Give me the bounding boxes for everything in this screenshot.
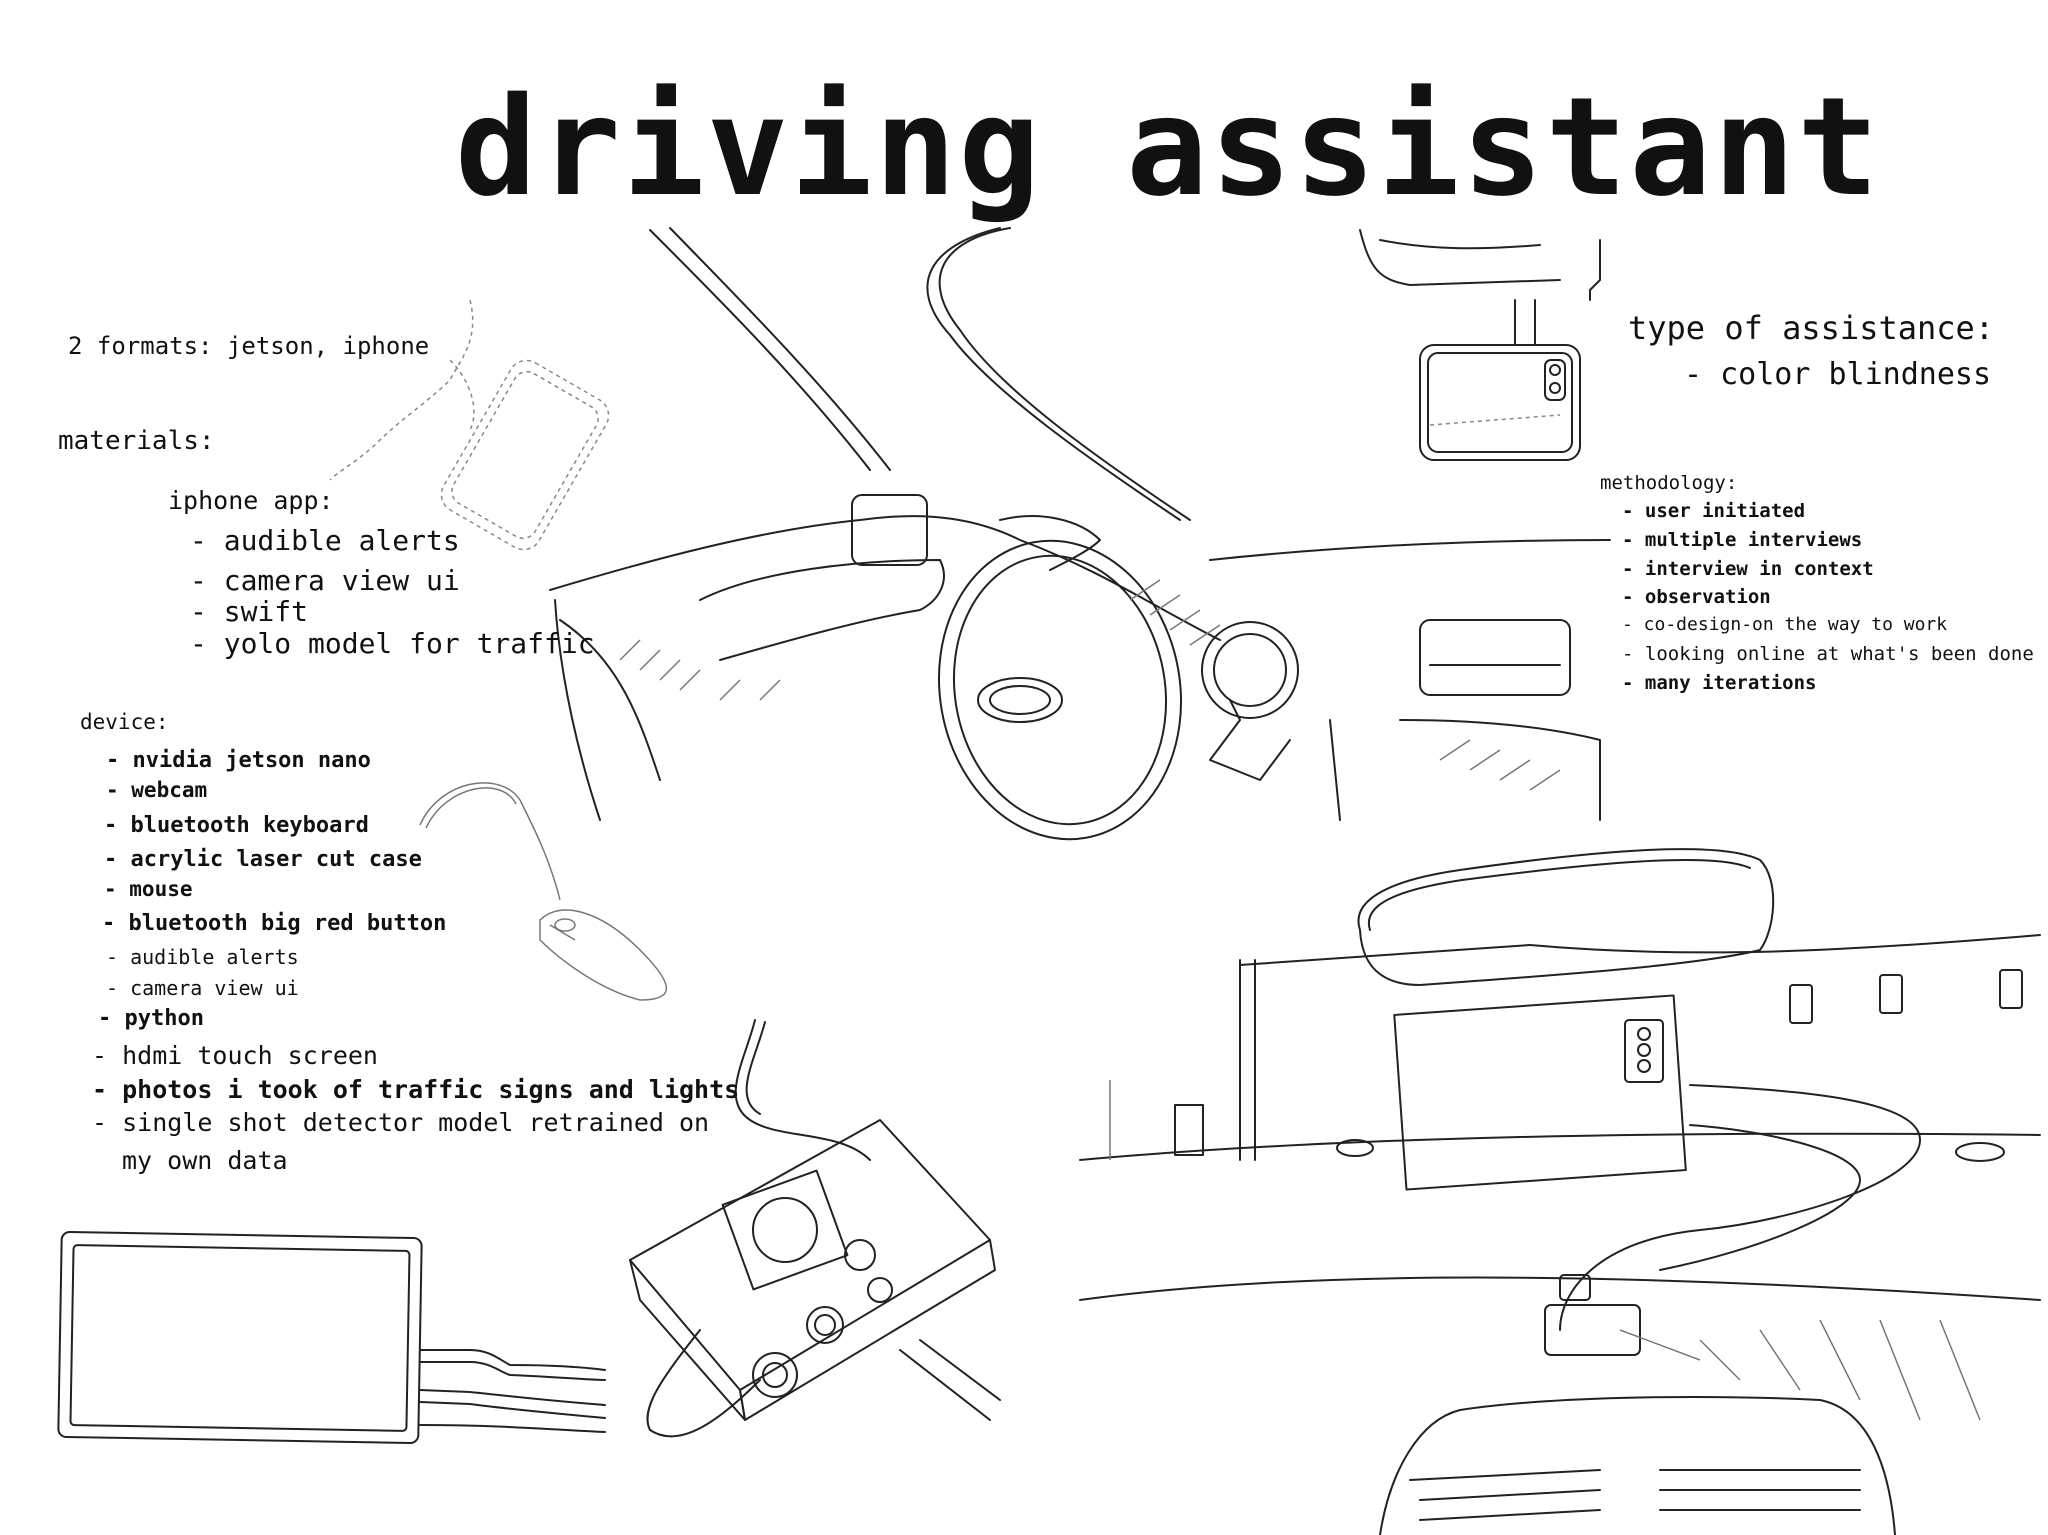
iphone-app-heading: iphone app: [168,486,334,515]
list-item: - bluetooth big red button [102,911,447,936]
materials-heading: materials: [58,426,215,456]
list-item: - nvidia jetson nano [106,748,371,773]
list-item: - swift [190,595,309,628]
list-item: - looking online at what's been done [1622,643,2034,665]
list-item: - co-design-on the way to work [1622,614,1948,635]
list-item: - python [98,1006,204,1031]
assistance-item: - color blindness [1684,357,1992,392]
list-item: - yolo model for traffic [190,627,595,660]
assistance-heading: type of assistance: [1628,309,1995,347]
list-item: - bluetooth keyboard [104,813,369,838]
page-title: driving assistant [455,69,1881,227]
list-item: - photos i took of traffic signs and lig… [92,1075,740,1104]
list-item: - interview in context [1622,558,1874,580]
device-heading: device: [80,710,169,734]
list-item: - observation [1622,586,1771,608]
windshield-mounted-device-sketch [1079,848,2041,1535]
list-item: - mouse [104,877,193,901]
list-item: - audible alerts [106,945,299,969]
formats-text: 2 formats: jetson, iphone [68,332,430,360]
list-item: - multiple interviews [1622,529,1863,551]
driver-steering-wheel-sketch [549,227,1611,841]
list-item: - single shot detector model retrained o… [92,1108,710,1137]
touch-screen-sketch [57,1231,606,1444]
list-item: - acrylic laser cut case [104,847,422,872]
list-item: - camera view ui [190,564,460,597]
computer-mouse-sketch [419,782,668,1001]
list-item: - audible alerts [190,524,460,557]
list-item: - user initiated [1622,500,1806,522]
methodology-heading: methodology: [1600,472,1738,494]
dash-mounted-phone-sketch [1359,229,1601,461]
list-item: my own data [122,1146,288,1175]
list-item: - hdmi touch screen [92,1041,378,1070]
list-item: - webcam [106,778,208,802]
list-item: - camera view ui [106,976,299,1000]
list-item: - many iterations [1622,672,1817,694]
